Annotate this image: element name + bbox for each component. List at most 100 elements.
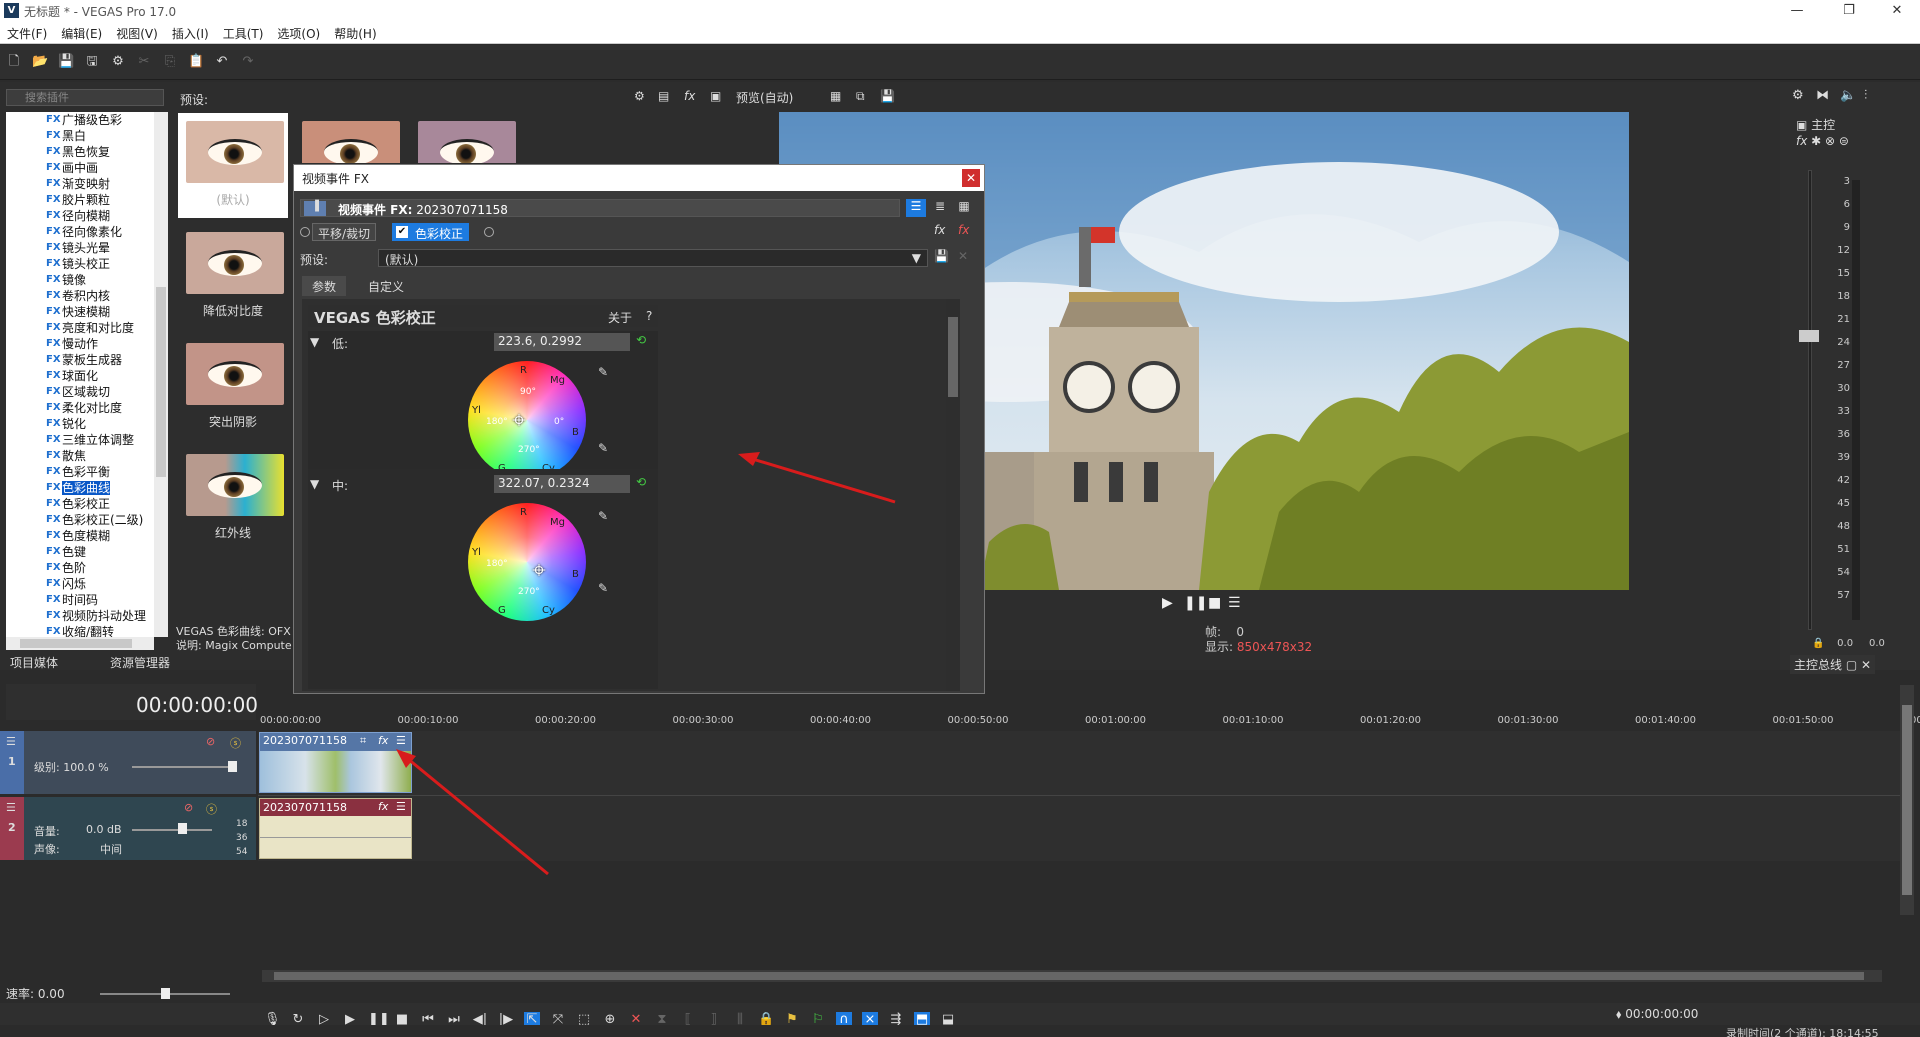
plugin-item[interactable]: FX 区域裁切 xyxy=(6,384,154,400)
plugin-item[interactable]: FX 胶片颗粒 xyxy=(6,192,154,208)
plugin-item[interactable]: FX 视频防抖动处理 xyxy=(6,608,154,624)
timeline-scroll-thumb[interactable] xyxy=(274,972,1864,980)
clip-menu-icon[interactable]: ☰ xyxy=(396,734,406,747)
plugin-item[interactable]: FX 色彩曲线 xyxy=(6,480,154,496)
menu-view[interactable]: 视图(V) xyxy=(109,22,165,42)
remove-plugin-fx-icon[interactable]: fx xyxy=(958,223,969,237)
open-folder-icon[interactable]: 📂 xyxy=(32,54,48,70)
plugin-item[interactable]: FX 卷积内核 xyxy=(6,288,154,304)
timeline-vscrollbar[interactable] xyxy=(1900,685,1914,915)
chain-item-pan-crop[interactable]: 平移/裁切 xyxy=(312,223,377,241)
video-track-header[interactable]: ☰ 1 级别: 100.0 % ⊘ ⓢ xyxy=(0,731,256,794)
volume-slider-handle[interactable] xyxy=(178,823,187,834)
plugin-item[interactable]: FX 亮度和对比度 xyxy=(6,320,154,336)
plugin-list-icon[interactable]: ≣ xyxy=(930,199,950,217)
menu-edit[interactable]: 编辑(E) xyxy=(54,22,109,42)
mixer-faders-icon[interactable]: ⫶ xyxy=(1864,88,1867,103)
solo-icon[interactable]: ⓢ xyxy=(230,735,241,751)
cut-icon[interactable]: ✂ xyxy=(136,54,152,70)
level-slider[interactable] xyxy=(132,766,232,768)
preview-pause-icon[interactable]: ❚❚ xyxy=(1184,595,1207,611)
collapse-triangle-icon[interactable]: ▼ xyxy=(310,477,319,491)
eyedropper-icon[interactable]: ✎ xyxy=(598,581,608,595)
plugin-list-scrollbar[interactable] xyxy=(154,112,168,637)
mute-icon[interactable]: ⊘ xyxy=(184,801,193,814)
clip-menu-icon[interactable]: ☰ xyxy=(396,800,406,813)
plugin-item[interactable]: FX 黑色恢复 xyxy=(6,144,154,160)
downmix-icon[interactable]: ⧓ xyxy=(1816,88,1829,103)
plugin-item[interactable]: FX 镜头光晕 xyxy=(6,240,154,256)
track-menu-icon[interactable]: ☰ xyxy=(6,801,16,814)
plugin-item[interactable]: FX 色阶 xyxy=(6,560,154,576)
preview-menu-icon[interactable]: ☰ xyxy=(1228,595,1241,611)
timeline-ruler[interactable]: 00:00:00:00 00:00:10:00 00:00:20:00 00:00:3… xyxy=(258,712,1920,730)
track-menu-icon[interactable]: ☰ xyxy=(6,735,16,748)
mixer-settings-gear-icon[interactable]: ⚙ xyxy=(1792,88,1804,103)
maximize-button[interactable]: ❐ xyxy=(1826,0,1872,22)
audio-event-clip[interactable]: 202307071158 fx ☰ xyxy=(259,798,412,859)
menu-insert[interactable]: 插入(I) xyxy=(165,22,216,42)
plugin-item[interactable]: FX 黑白 xyxy=(6,128,154,144)
solo-icon[interactable]: ⓢ xyxy=(206,801,217,817)
event-fx-icon[interactable]: fx xyxy=(378,734,388,747)
track-area[interactable] xyxy=(258,731,1908,861)
undo-icon[interactable]: ↶ xyxy=(214,54,230,70)
master-fader-handle[interactable] xyxy=(1799,330,1819,342)
about-link[interactable]: 关于 xyxy=(608,309,632,326)
audio-event-fx-icon[interactable]: fx xyxy=(378,800,388,813)
preset-emphasize-shadows[interactable]: 突出阴影 xyxy=(178,335,288,440)
tab-custom[interactable]: 自定义 xyxy=(358,276,414,296)
master-fx-icon[interactable]: fx ✱ ⊗ ⊜ xyxy=(1796,134,1849,148)
audio-track-header[interactable]: ☰ 2 音量: 0.0 dB 声像: 中间 ⊘ ⓢ 18 36 54 xyxy=(0,797,256,860)
preview-quality-dropdown[interactable]: 预览(自动) xyxy=(736,89,793,106)
preset-dropdown[interactable]: (默认) ▼ xyxy=(378,249,928,267)
reset-icon[interactable]: ⟲ xyxy=(636,333,646,347)
preview-stop-icon[interactable]: ■ xyxy=(1208,595,1221,611)
video-event-clip[interactable]: 202307071158 ⌗ fx ☰ xyxy=(259,732,412,793)
plugin-item[interactable]: FX 色彩校正(二级) xyxy=(6,512,154,528)
low-value-field[interactable]: 223.6, 0.2992 xyxy=(494,333,630,351)
plugin-item[interactable]: FX 球面化 xyxy=(6,368,154,384)
plugin-item[interactable]: FX 色彩校正 xyxy=(6,496,154,512)
timeline-vscroll-thumb[interactable] xyxy=(1902,705,1912,895)
plugin-item[interactable]: FX 时间码 xyxy=(6,592,154,608)
volume-slider[interactable] xyxy=(132,829,212,831)
scroll-thumb[interactable] xyxy=(156,287,166,477)
preset-thumb-2[interactable] xyxy=(294,113,404,163)
delete-preset-icon[interactable]: ✕ xyxy=(958,249,968,263)
save-snapshot-icon[interactable]: 💾 xyxy=(880,89,895,103)
plugin-item[interactable]: FX 画中画 xyxy=(6,160,154,176)
dialog-close-button[interactable]: ✕ xyxy=(962,169,980,187)
mute-icon[interactable]: ⊘ xyxy=(206,735,215,748)
copy-snapshot-icon[interactable]: ⧉ xyxy=(856,89,865,104)
hscroll-thumb[interactable] xyxy=(20,639,132,648)
dim-output-icon[interactable]: 🔈 xyxy=(1840,88,1856,103)
menu-options[interactable]: 选项(O) xyxy=(270,22,327,42)
chain-view-icon[interactable]: ☰ xyxy=(906,199,926,217)
mid-wheel-crosshair[interactable]: ⌖ xyxy=(526,557,552,583)
eyedropper-icon[interactable]: ✎ xyxy=(598,365,608,379)
plugin-item[interactable]: FX 广播级色彩 xyxy=(6,112,154,128)
menu-tools[interactable]: 工具(T) xyxy=(216,22,271,42)
mid-color-wheel[interactable]: R Mg B Cy G Yl 180° 270° ⌖ xyxy=(468,503,586,621)
plugin-item[interactable]: FX 色键 xyxy=(6,544,154,560)
close-button[interactable]: ✕ xyxy=(1874,0,1920,22)
preview-play-icon[interactable]: ▶ xyxy=(1162,595,1173,611)
plugin-item[interactable]: FX 镜像 xyxy=(6,272,154,288)
enable-checkbox[interactable]: ✔ xyxy=(396,226,408,238)
preset-infrared[interactable]: 红外线 xyxy=(178,446,288,551)
plugin-item[interactable]: FX 闪烁 xyxy=(6,576,154,592)
tab-explorer[interactable]: 资源管理器 xyxy=(110,654,170,671)
split-screen-icon[interactable]: ▤ xyxy=(658,89,669,103)
video-output-fx-icon[interactable]: fx xyxy=(684,89,695,103)
preset-thumb-3[interactable] xyxy=(410,113,520,163)
save-as-icon[interactable]: 🖫 xyxy=(84,54,100,70)
properties-gear-icon[interactable]: ⚙ xyxy=(110,54,126,70)
plugin-list-hscrollbar[interactable] xyxy=(6,637,154,650)
low-wheel-crosshair[interactable]: ⌖ xyxy=(506,407,532,433)
master-box-icon[interactable]: ▣ xyxy=(1796,118,1807,132)
preset-default[interactable]: (默认) xyxy=(178,113,288,218)
plugin-item[interactable]: FX 渐变映射 xyxy=(6,176,154,192)
plugin-item[interactable]: FX 柔化对比度 xyxy=(6,400,154,416)
collapse-triangle-icon[interactable]: ▼ xyxy=(310,335,319,349)
